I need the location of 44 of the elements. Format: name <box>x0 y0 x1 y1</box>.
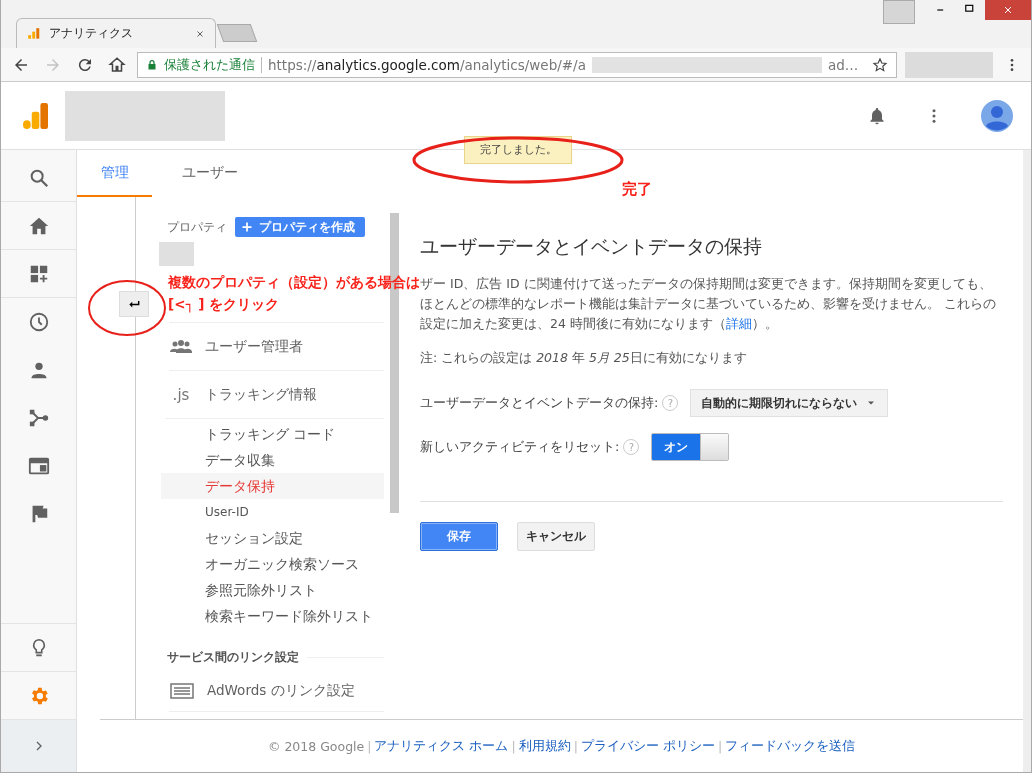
nav-subitem[interactable]: オーガニック検索ソース <box>161 551 384 577</box>
footer-link[interactable]: アナリティクス ホーム <box>374 737 509 755</box>
retention-dropdown[interactable]: 自動的に期限切れにならない <box>690 389 889 417</box>
separator: | <box>717 738 723 754</box>
nav-subitem[interactable]: セッション設定 <box>161 525 384 551</box>
footer-link[interactable]: フィードバックを送信 <box>725 737 856 755</box>
nav-item[interactable]: .js トラッキング情報 <box>169 371 384 418</box>
toast-message: 完了しました。 <box>464 136 572 164</box>
nav-item[interactable]: ユーザー管理者 <box>169 323 384 371</box>
nav-subitem[interactable]: 検索キーワード除外リスト <box>161 603 384 629</box>
create-property-button[interactable]: プロパティを作成 <box>235 217 365 237</box>
secure-label: 保護された通信 <box>164 55 255 74</box>
nav-subitem[interactable]: トラッキング コード <box>161 421 384 447</box>
nav-subitem[interactable]: User-ID <box>161 499 384 525</box>
nav-subitem[interactable]: 参照元除外リスト <box>161 577 384 603</box>
browser-tab[interactable]: アナリティクス <box>16 18 216 48</box>
separator: | <box>511 738 516 754</box>
annotation-text: [<┐ ] をクリック <box>168 295 281 315</box>
toggle-switch[interactable]: オン <box>651 433 730 461</box>
section-title: ユーザーデータとイベントデータの保持 <box>420 234 763 259</box>
annotation-text: 複数のプロパティ（設定）がある場合は <box>168 273 420 292</box>
note-text: 注: これらの設定は 2018 年 5月 25 日に有効になります <box>420 350 748 367</box>
footer-link[interactable]: プライバシー ポリシー <box>580 737 715 755</box>
section-heading: サービス間のリンク設定 <box>167 648 299 666</box>
copyright-text: © 2018 Google <box>267 738 365 754</box>
footer-link[interactable]: 利用規約 <box>518 737 571 755</box>
url-text: ad… <box>827 56 859 73</box>
setting-label: ユーザーデータとイベントデータの保持: <box>420 394 659 412</box>
cancel-button[interactable]: キャンセル <box>517 522 595 551</box>
annotation-text: 完了 <box>622 180 652 199</box>
save-button[interactable]: 保存 <box>420 522 498 551</box>
separator: | <box>573 738 578 754</box>
tab[interactable]: 管理 <box>77 150 152 197</box>
nav-subitem[interactable]: データ収集 <box>161 447 384 473</box>
tab[interactable]: ユーザー <box>172 150 247 197</box>
details-link[interactable]: 詳細 <box>725 316 752 331</box>
description-text: ザー ID、広告 ID に関連付けて送ったデータの保持期間は変更できます。保持期間を変更しても、ほとんどの標準的なレポート機能は集計データに基づいているため、影響を受けません。 これらの設定に加えた変更は、24 時間後に有効になります（詳細）。 <box>420 275 997 333</box>
nav-subitem[interactable]: データ保持 <box>161 473 384 499</box>
setting-label: 新しいアクティビティをリセット: <box>420 438 620 456</box>
url-text: https://analytics.google.com/analytics/web/#/a <box>268 56 586 73</box>
separator: | <box>367 738 372 754</box>
property-label: プロパティ <box>167 219 227 235</box>
nav-item[interactable]: AdWords のリンク設定 <box>169 671 384 712</box>
address-bar[interactable]: 保護された通信 https://analytics.google.com/analytics/web/#/a ad… <box>137 51 897 78</box>
